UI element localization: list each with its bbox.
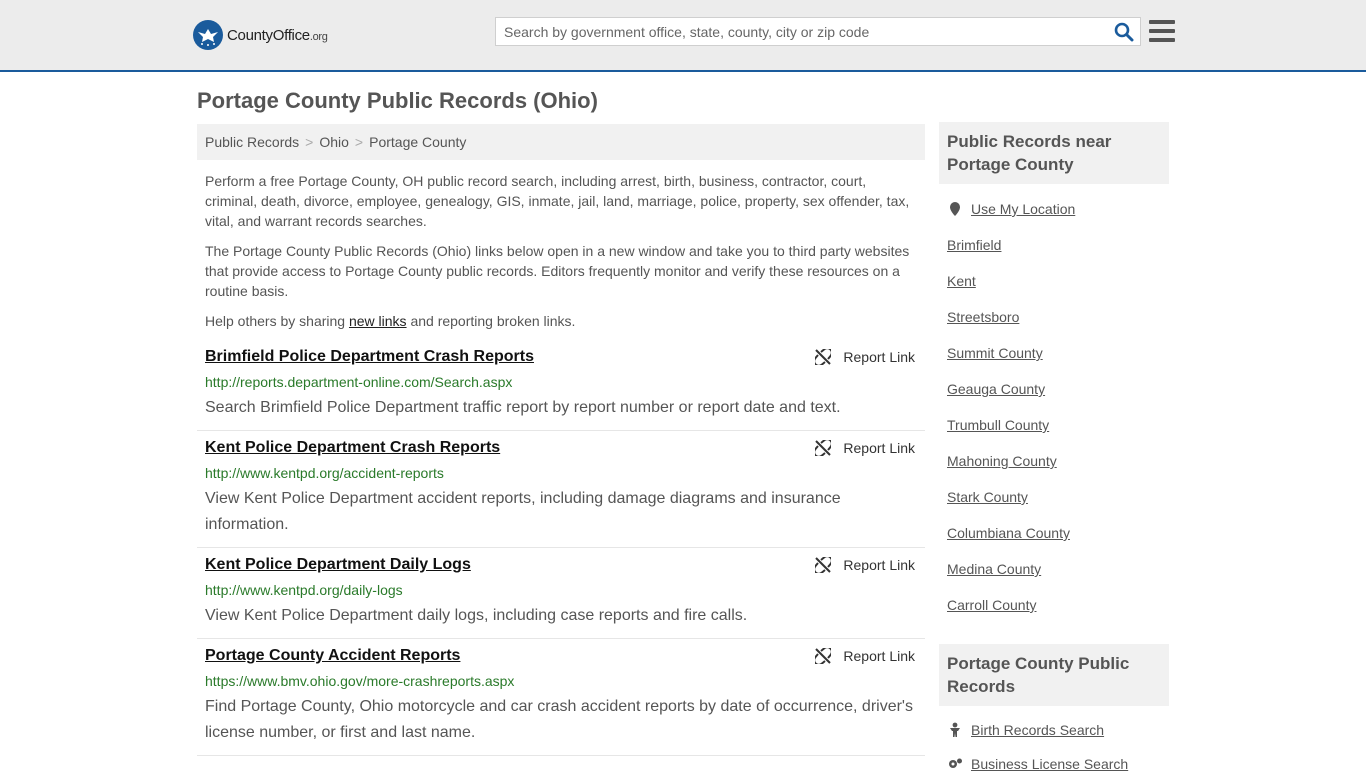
- sidebar-link-kent[interactable]: Kent: [947, 273, 976, 289]
- intro-text: Perform a free Portage County, OH public…: [205, 171, 917, 341]
- intro-paragraph-1: Perform a free Portage County, OH public…: [205, 173, 910, 229]
- sidebar-near-heading: Public Records near Portage County: [939, 122, 1169, 184]
- broken-link-icon: [815, 349, 832, 365]
- report-link-button[interactable]: Report Link: [815, 440, 915, 456]
- sidebar-link-brimfield[interactable]: Brimfield: [947, 237, 1001, 253]
- sidebar-link-columbiana-county[interactable]: Columbiana County: [947, 525, 1070, 541]
- search-input[interactable]: [496, 18, 1096, 45]
- logo-main-text: CountyOffice: [227, 26, 310, 44]
- intro-paragraph-3: Help others by sharing new links and rep…: [205, 311, 917, 331]
- baby-icon: [950, 722, 960, 737]
- breadcrumb-separator: >: [354, 134, 364, 150]
- map-pin-icon: [950, 202, 960, 216]
- report-link-label: Report Link: [843, 440, 915, 456]
- report-link-label: Report Link: [843, 648, 915, 664]
- logo-tld-text: .org: [309, 30, 328, 43]
- listing-title-link[interactable]: Kent Police Department Crash Reports: [205, 439, 500, 457]
- report-link-button[interactable]: Report Link: [815, 557, 915, 573]
- broken-link-icon: [815, 440, 832, 456]
- breadcrumb-ohio[interactable]: Ohio: [319, 134, 349, 150]
- sidebar-records-heading: Portage County Public Records: [939, 644, 1169, 706]
- eagle-logo-icon: [193, 20, 223, 50]
- sidebar-link-medina-county[interactable]: Medina County: [947, 561, 1041, 577]
- sidebar-link-stark-county[interactable]: Stark County: [947, 489, 1028, 505]
- listing-item: Brimfield Police Department Crash Report…: [197, 340, 925, 431]
- hamburger-menu-icon[interactable]: [1149, 20, 1175, 42]
- use-my-location-link[interactable]: Use My Location: [947, 201, 1075, 217]
- business-license-search-link[interactable]: Business License Search: [947, 756, 1128, 772]
- sidebar-link-summit-county[interactable]: Summit County: [947, 345, 1043, 361]
- breadcrumb: Public Records > Ohio > Portage County: [197, 124, 925, 160]
- sidebar-link-carroll-county[interactable]: Carroll County: [947, 597, 1036, 613]
- listing-title-link[interactable]: Kent Police Department Daily Logs: [205, 556, 471, 574]
- listing-description: Search Brimfield Police Department traff…: [205, 399, 841, 416]
- intro-paragraph-2: The Portage County Public Records (Ohio)…: [205, 243, 910, 299]
- listing-url: http://reports.department-online.com/Sea…: [205, 374, 513, 390]
- intro-help-text-end: and reporting broken links.: [406, 313, 576, 329]
- sidebar-link-streetsboro[interactable]: Streetsboro: [947, 309, 1019, 325]
- report-link-button[interactable]: Report Link: [815, 349, 915, 365]
- use-my-location-label: Use My Location: [971, 201, 1076, 217]
- listing-description: View Kent Police Department accident rep…: [205, 490, 841, 533]
- breadcrumb-separator: >: [305, 134, 314, 150]
- birth-records-search-link[interactable]: Birth Records Search: [947, 722, 1104, 738]
- listing-description: View Kent Police Department daily logs, …: [205, 607, 748, 624]
- report-link-label: Report Link: [843, 557, 915, 573]
- listing-item: Kent Police Department Daily Logs Report…: [197, 548, 925, 639]
- business-license-search-label: Business License Search: [971, 756, 1129, 772]
- report-link-button[interactable]: Report Link: [815, 648, 915, 664]
- logo-text: CountyOffice.org: [227, 27, 328, 44]
- intro-help-text: Help others by sharing: [205, 313, 349, 329]
- listing-title-link[interactable]: Brimfield Police Department Crash Report…: [205, 348, 534, 366]
- sidebar-link-geauga-county[interactable]: Geauga County: [947, 381, 1045, 397]
- breadcrumb-public-records[interactable]: Public Records: [205, 134, 299, 150]
- broken-link-icon: [815, 648, 832, 664]
- search-icon: [1114, 22, 1134, 42]
- listing-url: http://www.kentpd.org/daily-logs: [205, 582, 403, 598]
- site-logo[interactable]: CountyOffice.org: [193, 20, 328, 50]
- new-links-link[interactable]: new links: [349, 313, 407, 329]
- sidebar-link-mahoning-county[interactable]: Mahoning County: [947, 453, 1057, 469]
- listing-url: http://www.kentpd.org/accident-reports: [205, 465, 444, 481]
- listing-item: Portage County Accident Reports Report L…: [197, 639, 925, 756]
- sidebar-link-trumbull-county[interactable]: Trumbull County: [947, 417, 1049, 433]
- breadcrumb-portage-county[interactable]: Portage County: [369, 134, 466, 150]
- birth-records-search-label: Birth Records Search: [971, 722, 1105, 738]
- broken-link-icon: [815, 557, 832, 573]
- listing-description: Find Portage County, Ohio motorcycle and…: [205, 698, 913, 741]
- listing-title-link[interactable]: Portage County Accident Reports: [205, 647, 460, 665]
- listing-item: Kent Police Department Crash Reports Rep…: [197, 431, 925, 548]
- page-title: Portage County Public Records (Ohio): [197, 88, 598, 113]
- gears-icon: [949, 758, 962, 768]
- listing-url: https://www.bmv.ohio.gov/more-crashrepor…: [205, 673, 515, 689]
- search-button[interactable]: [1114, 22, 1134, 42]
- report-link-label: Report Link: [843, 349, 915, 365]
- search-bar: [495, 17, 1141, 46]
- site-header: CountyOffice.org: [0, 0, 1366, 72]
